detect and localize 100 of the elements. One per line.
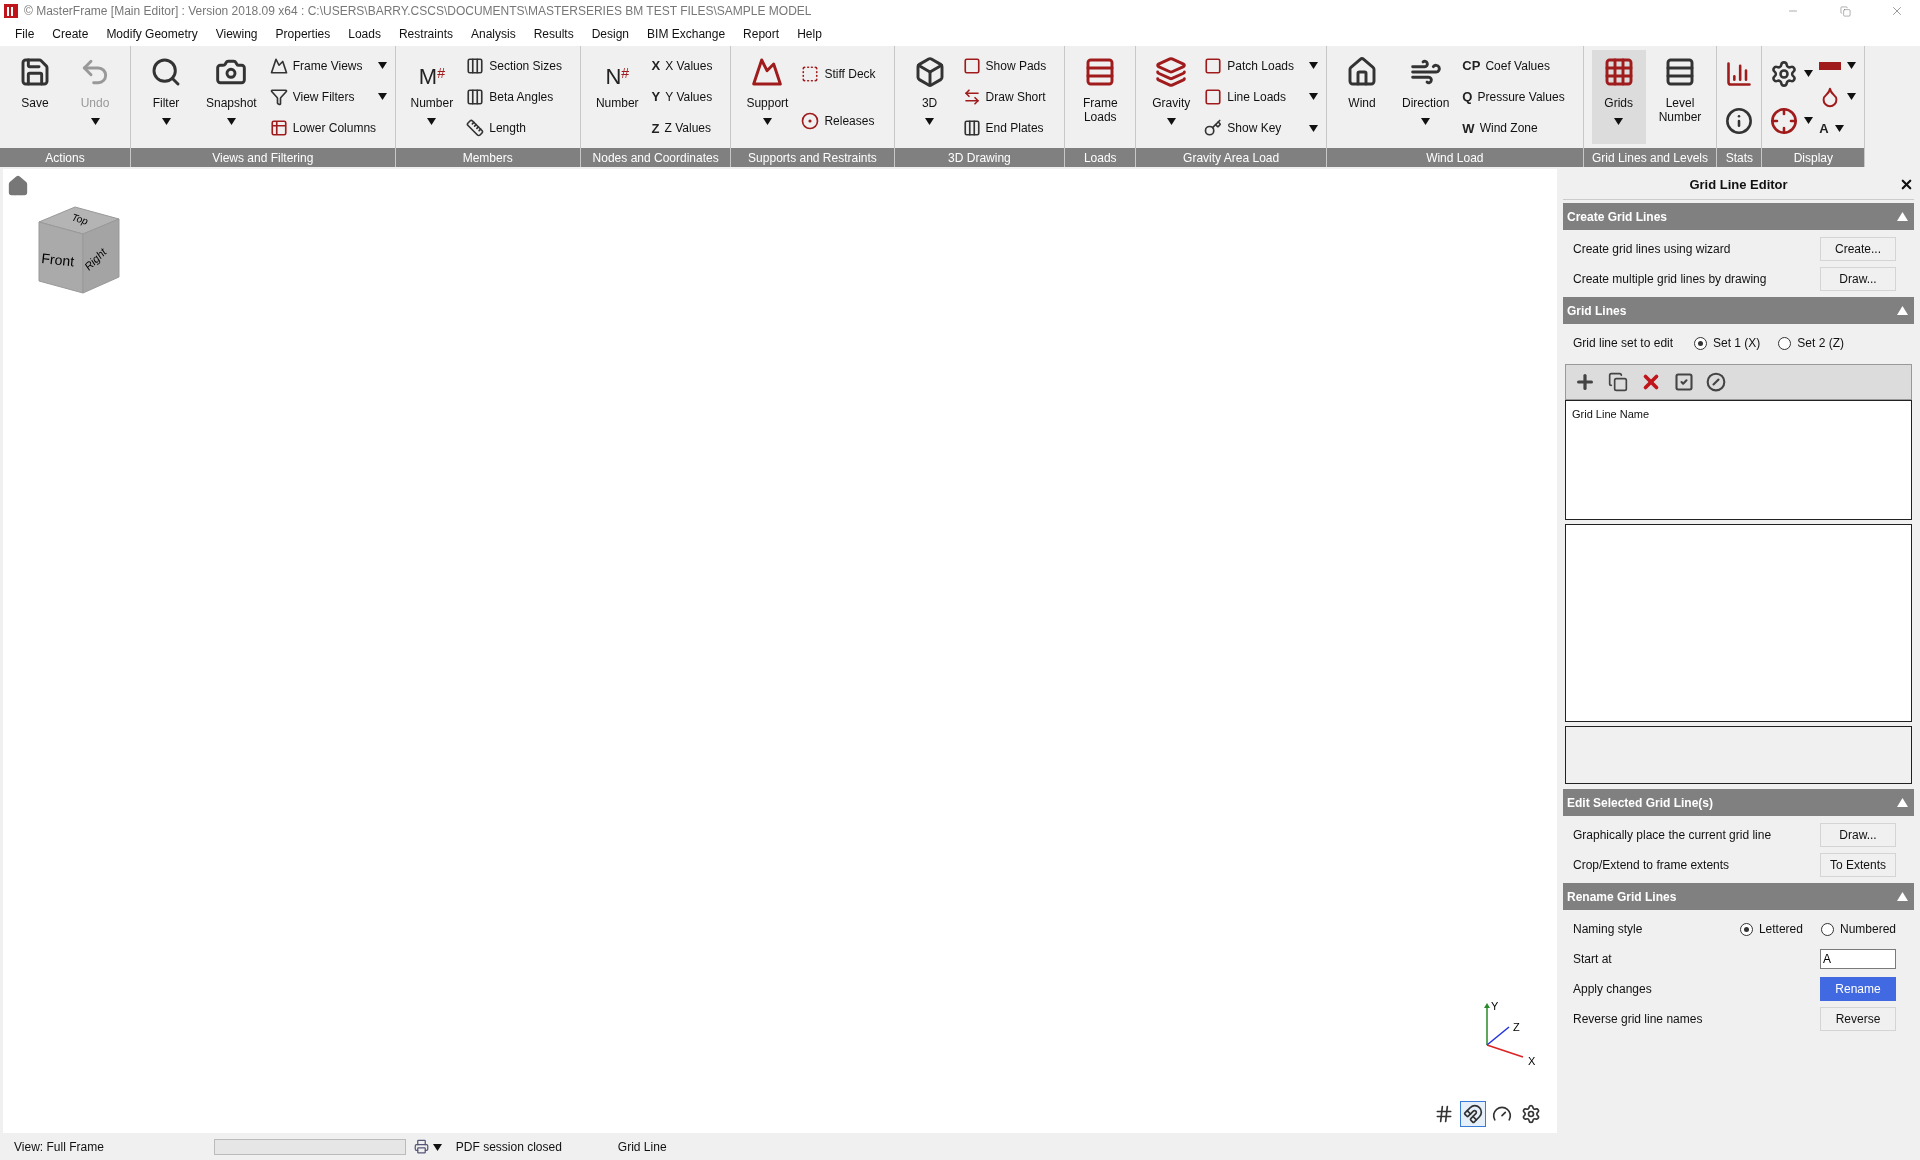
radio-button[interactable] <box>1693 336 1707 350</box>
menu-item[interactable]: Loads <box>339 27 390 41</box>
menu-item[interactable]: Properties <box>266 27 340 41</box>
radio-button[interactable] <box>1820 922 1834 936</box>
radio-button[interactable] <box>1739 922 1753 936</box>
menu-item[interactable]: Restraints <box>389 27 462 41</box>
action-button[interactable]: Draw... <box>1820 823 1896 847</box>
mountain-icon <box>269 56 288 75</box>
section-header[interactable]: Rename Grid Lines <box>1563 883 1914 910</box>
circle-slash-icon[interactable] <box>1706 372 1726 392</box>
radio-option[interactable]: Set 2 (Z) <box>1778 336 1844 350</box>
printer-icon[interactable] <box>413 1139 429 1154</box>
section-header[interactable]: Edit Selected Grid Line(s) <box>1563 789 1914 816</box>
radio-option[interactable]: Lettered <box>1739 922 1803 936</box>
row-label: Create multiple grid lines by drawing <box>1573 272 1767 286</box>
letter-icon: CP <box>1462 59 1481 73</box>
menu-item[interactable]: Help <box>788 27 831 41</box>
menu-item[interactable]: Design <box>582 27 639 41</box>
caret-icon <box>1804 70 1814 77</box>
ribbon-button[interactable]: Show Key <box>1204 116 1318 141</box>
ribbon-button[interactable]: Support <box>739 50 796 144</box>
menu-item[interactable]: Report <box>734 27 789 41</box>
line-square-icon <box>1204 88 1223 106</box>
info-icon <box>1725 106 1754 135</box>
ribbon-group-label: Views and Filtering <box>131 148 395 167</box>
ribbon-button[interactable]: 3D <box>902 50 957 144</box>
ribbon-button[interactable]: Direction <box>1395 50 1457 144</box>
caret-icon <box>762 118 772 125</box>
menu-item[interactable]: Results <box>524 27 583 41</box>
axis-label: X <box>1528 1055 1536 1067</box>
cube-face-label: Front <box>40 250 75 270</box>
view-cube-drawing[interactable] <box>38 206 120 294</box>
action-button[interactable]: To Extents <box>1820 853 1896 877</box>
check-all-icon[interactable] <box>1674 372 1694 392</box>
ribbon-button[interactable]: Gravity <box>1144 50 1199 144</box>
radio-option[interactable]: Numbered <box>1820 922 1896 936</box>
menu-item[interactable]: Viewing <box>206 27 267 41</box>
ribbon-button[interactable]: View Filters <box>269 85 387 109</box>
ribbon-button[interactable]: X X Values <box>651 53 723 78</box>
ribbon-button[interactable]: Stiff Deck <box>801 61 886 86</box>
ribbon-button[interactable]: CP Coef Values <box>1462 53 1575 78</box>
ribbon-button[interactable]: Filter <box>139 50 193 144</box>
caret-icon <box>1309 93 1318 101</box>
action-button[interactable]: Create... <box>1820 237 1896 261</box>
double-arrow-icon <box>962 88 981 106</box>
ribbon-button[interactable]: Show Pads <box>962 53 1057 78</box>
menu-item[interactable]: BIM Exchange <box>638 27 735 41</box>
menu-item[interactable]: Create <box>43 27 98 41</box>
crosshair-icon <box>1770 106 1799 135</box>
action-button[interactable]: Rename <box>1820 977 1896 1001</box>
ribbon-button[interactable]: Z Z Values <box>651 116 723 141</box>
home-icon[interactable] <box>7 175 29 197</box>
caret-icon <box>432 1143 442 1151</box>
ribbon-button[interactable]: W Wind Zone <box>1462 116 1575 141</box>
add-icon[interactable] <box>1574 371 1596 393</box>
ribbon-button[interactable]: Snapshot <box>199 50 264 144</box>
ribbon-button[interactable]: Beta Angles <box>466 85 572 109</box>
settings-icon <box>1521 1104 1541 1124</box>
ribbon-button[interactable]: Frame Loads <box>1073 50 1128 144</box>
ribbon-button[interactable]: Save <box>8 50 62 144</box>
ribbon-button[interactable]: Lower Columns <box>269 116 387 141</box>
ribbon-button[interactable]: Section Sizes <box>466 53 572 78</box>
caret-icon <box>1804 117 1814 124</box>
ribbon-button[interactable]: End Plates <box>962 116 1057 141</box>
ribbon-button[interactable]: Grids <box>1591 50 1646 144</box>
ribbon-button[interactable]: Draw Short <box>962 85 1057 109</box>
ribbon-button[interactable]: Patch Loads <box>1204 53 1318 78</box>
copy-icon[interactable] <box>1608 372 1628 392</box>
release-circle-icon <box>801 111 820 130</box>
ribbon-button[interactable]: Wind <box>1335 50 1389 144</box>
ribbon-button[interactable]: Y Y Values <box>651 85 723 109</box>
radio-option[interactable]: Set 1 (X) <box>1693 336 1761 350</box>
letter-icon: Z <box>651 121 660 135</box>
close-icon[interactable] <box>1899 177 1914 192</box>
menu-item[interactable]: Analysis <box>462 27 525 41</box>
ribbon-group-label: Supports and Restraints <box>731 148 894 167</box>
ribbon-button[interactable]: Frame Views <box>269 53 387 78</box>
caret-icon <box>1309 62 1318 70</box>
action-button[interactable]: Reverse <box>1820 1007 1896 1031</box>
collapse-icon <box>1897 892 1908 901</box>
ribbon-button[interactable]: Line Loads <box>1204 85 1318 109</box>
ruler-icon <box>466 119 485 138</box>
letter-icon: X <box>651 59 661 73</box>
ribbon-button[interactable]: Length <box>466 116 572 141</box>
collapse-icon <box>1897 306 1908 315</box>
radio-button[interactable] <box>1778 336 1792 350</box>
ribbon-button[interactable]: Releases <box>801 108 886 133</box>
menu-item[interactable]: Modify Geometry <box>97 27 207 41</box>
section-header[interactable]: Grid Lines <box>1563 297 1914 324</box>
ribbon-button[interactable]: Level Number <box>1651 50 1709 144</box>
section-header[interactable]: Create Grid Lines <box>1563 203 1914 230</box>
status-text: Grid Line <box>617 1139 667 1154</box>
ribbon-button[interactable]: Q Pressure Values <box>1462 85 1575 109</box>
menu-item[interactable]: File <box>6 27 44 41</box>
input-field[interactable]: A <box>1820 949 1896 969</box>
action-button[interactable]: Draw... <box>1820 267 1896 291</box>
ribbon-icon-button[interactable]: A <box>1819 112 1857 144</box>
caret-icon <box>1614 118 1624 125</box>
canvas-tool-button[interactable] <box>1460 1101 1486 1127</box>
caret-icon <box>1421 118 1431 125</box>
